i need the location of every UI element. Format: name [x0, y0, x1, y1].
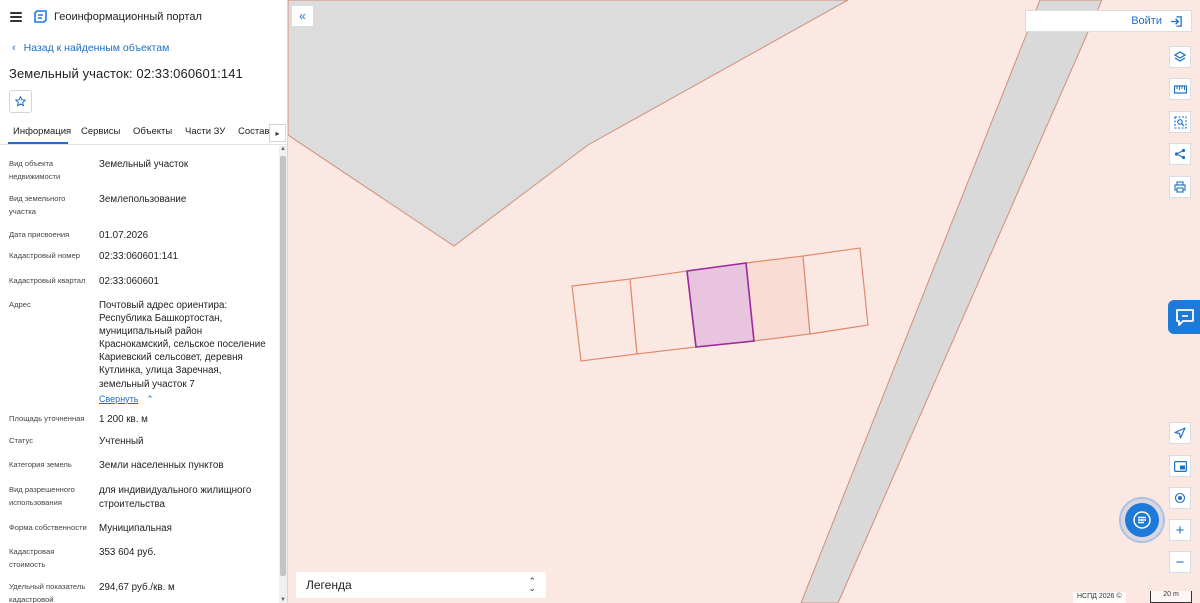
- print-icon: [1174, 181, 1186, 193]
- map-parcel[interactable]: [629, 270, 697, 355]
- tab-info[interactable]: Информация: [13, 126, 71, 137]
- geolocation-button[interactable]: [1169, 487, 1191, 509]
- panel-scrollbar[interactable]: ▲ ▼: [279, 146, 287, 603]
- property-label: Вид объекта недвижимости: [9, 159, 61, 181]
- double-chevron-left-icon: «: [299, 9, 306, 23]
- login-icon: [1170, 15, 1182, 27]
- layers-icon: [1174, 51, 1186, 62]
- login-button[interactable]: Войти: [1025, 10, 1192, 32]
- scale-bar: 20 m: [1150, 591, 1192, 603]
- scroll-down-icon[interactable]: ▼: [280, 597, 286, 603]
- property-value: Землепользование: [99, 194, 187, 205]
- ruler-button[interactable]: [1169, 78, 1191, 100]
- map-canvas[interactable]: [288, 0, 1200, 603]
- property-value: 02:33:060601: [99, 276, 159, 287]
- property-label: Форма собственности: [9, 523, 87, 532]
- property-label: Площадь уточненная: [9, 414, 85, 423]
- locate-button[interactable]: [1169, 422, 1191, 444]
- property-label: Вид земельного участка: [9, 194, 66, 216]
- info-panel: Геоинформационный портал ‹ Назад к найде…: [0, 0, 288, 603]
- property-value: Муниципальная: [99, 523, 172, 534]
- tab-parts[interactable]: Части ЗУ: [185, 126, 225, 137]
- map-parcel[interactable]: [745, 255, 811, 342]
- legend-dropdown[interactable]: Легенда ⌃ ⌄: [296, 572, 546, 598]
- selected-parcel[interactable]: [686, 262, 755, 348]
- property-label: Дата присвоения: [9, 230, 70, 239]
- property-value: 02:33:060601:141: [99, 251, 178, 262]
- property-value: 1 200 кв. м: [99, 414, 148, 425]
- property-value: Почтовый адрес ориентира: Республика Баш…: [99, 299, 271, 406]
- property-value: 294,67 руб./кв. м: [99, 582, 175, 593]
- property-value: Земли населенных пунктов: [99, 460, 224, 471]
- back-to-results-link[interactable]: ‹ Назад к найденным объектам: [12, 40, 287, 56]
- scrollbar-thumb[interactable]: [280, 156, 286, 576]
- geolocation-icon: [1174, 492, 1186, 504]
- property-label: Вид разрешенного использования: [9, 485, 75, 507]
- share-icon: [1174, 148, 1186, 160]
- panel-header: Геоинформационный портал: [0, 0, 287, 34]
- zoom-out-icon: −: [1175, 553, 1185, 571]
- feedback-icon: [1176, 309, 1194, 326]
- property-value: для индивидуального жилищного строительс…: [99, 485, 252, 510]
- share-button[interactable]: [1169, 143, 1191, 165]
- feedback-widget-button[interactable]: [1168, 300, 1200, 334]
- map-attribution: НСПД 2026 ©: [1073, 592, 1126, 603]
- chevron-right-icon: ▸: [275, 128, 280, 138]
- scroll-up-icon[interactable]: ▲: [280, 146, 286, 152]
- active-tab-indicator: [8, 142, 68, 144]
- legend-label: Легенда: [306, 578, 352, 592]
- portal-title: Геоинформационный портал: [54, 11, 202, 23]
- login-label: Войти: [1131, 15, 1162, 27]
- ruler-icon: [1173, 84, 1187, 94]
- map-parcel[interactable]: [571, 278, 638, 362]
- zoom-out-button[interactable]: −: [1169, 551, 1191, 573]
- tab-composition[interactable]: Состав: [238, 126, 269, 137]
- address-text: Почтовый адрес ориентира: Республика Баш…: [99, 300, 266, 390]
- property-label: Кадастровый номер: [9, 251, 80, 260]
- locate-icon: [1174, 427, 1186, 439]
- object-title: Земельный участок: 02:33:060601:141: [9, 66, 243, 81]
- map-parcel[interactable]: [802, 247, 869, 335]
- map-area-grey: [288, 0, 850, 247]
- property-label: Кадастровая стоимость: [9, 547, 55, 569]
- expand-collapse-icon: ⌃ ⌄: [528, 576, 536, 593]
- tab-objects[interactable]: Объекты: [133, 126, 172, 137]
- chat-button[interactable]: [1119, 497, 1165, 543]
- map-view[interactable]: [288, 0, 1200, 603]
- favorite-button[interactable]: [9, 90, 32, 113]
- map-type-button[interactable]: [1169, 455, 1191, 477]
- back-label: Назад к найденным объектам: [23, 42, 170, 54]
- collapse-panel-button[interactable]: «: [291, 5, 314, 27]
- zoom-in-icon: +: [1175, 521, 1185, 539]
- property-label: Кадастровый квартал: [9, 276, 86, 285]
- chat-ring: [1119, 497, 1165, 543]
- map-type-icon: [1173, 460, 1187, 472]
- tab-bar: Информация Сервисы Объекты Части ЗУ Сост…: [0, 121, 287, 145]
- zoom-in-button[interactable]: +: [1169, 519, 1191, 541]
- collapse-address-link[interactable]: Свернуть: [99, 394, 138, 404]
- layers-button[interactable]: [1169, 46, 1191, 68]
- property-value: 01.07.2026: [99, 230, 149, 241]
- portal-logo-icon: [34, 10, 47, 23]
- chevron-left-icon: ‹: [12, 42, 16, 54]
- menu-icon[interactable]: [10, 12, 22, 22]
- select-area-icon: [1173, 115, 1187, 129]
- tab-services[interactable]: Сервисы: [81, 126, 120, 137]
- property-label: Категория земель: [9, 460, 72, 469]
- property-value: Учтенный: [99, 436, 144, 447]
- star-icon: [15, 96, 26, 107]
- property-value: 353 604 руб.: [99, 547, 156, 558]
- tabs-scroll-right-button[interactable]: ▸: [269, 124, 286, 142]
- print-button[interactable]: [1169, 176, 1191, 198]
- select-area-button[interactable]: [1169, 111, 1191, 133]
- property-label: Статус: [9, 436, 34, 445]
- property-label: Удельный показатель кадастровой: [9, 582, 86, 603]
- property-value: Земельный участок: [99, 159, 189, 170]
- chevron-up-icon: ⌃: [146, 393, 154, 404]
- property-label: Адрес: [9, 300, 31, 309]
